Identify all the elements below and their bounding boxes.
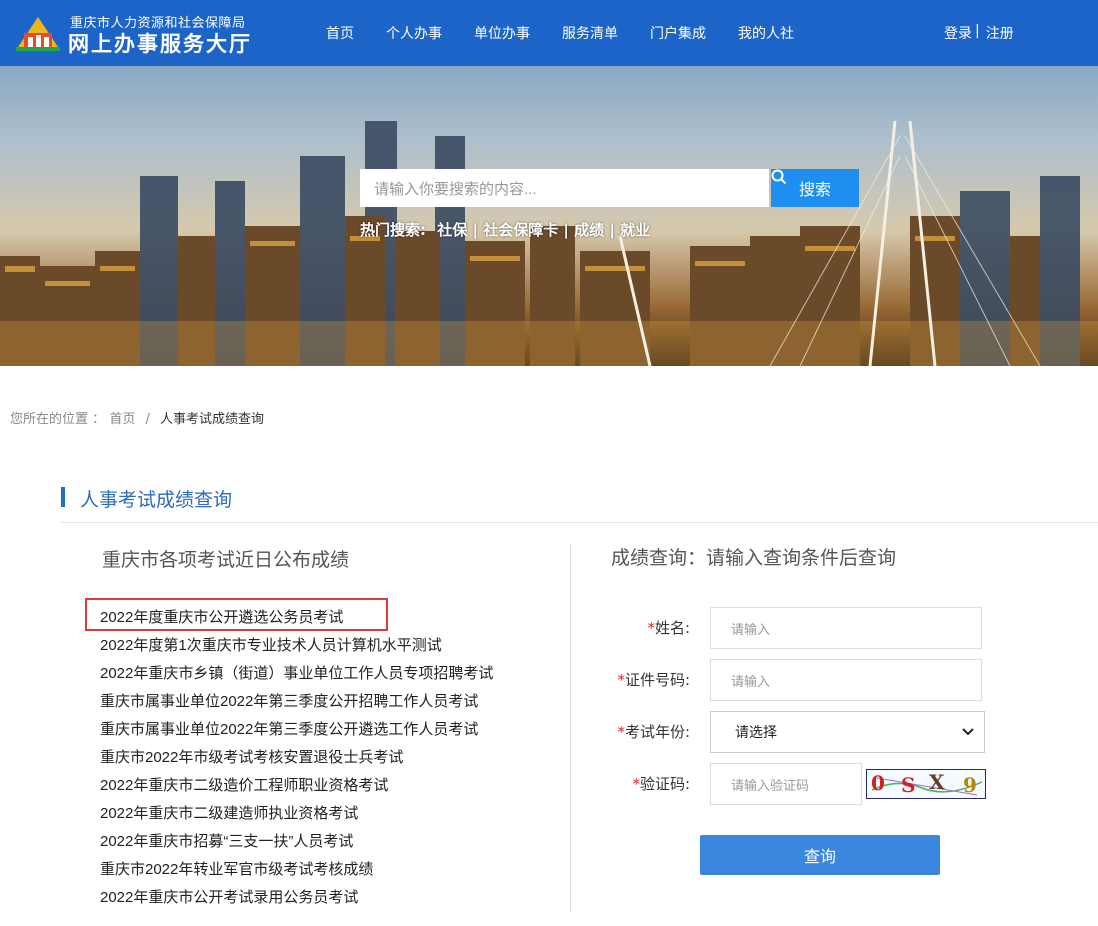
section-divider (60, 522, 1098, 523)
year-select-value: 请选择 (735, 725, 777, 741)
exam-link[interactable]: 2022年重庆市招募“三支一扶”人员考试 (100, 828, 493, 856)
captcha-label: *验证码: (570, 773, 690, 794)
captcha-char: 9 (963, 773, 977, 797)
id-label-text: 证件号码: (624, 671, 690, 689)
year-label: *考试年份: (570, 721, 690, 742)
captcha-char: X (929, 770, 945, 794)
exam-link[interactable]: 重庆市2022年转业军官市级考试考核成绩 (100, 856, 493, 884)
breadcrumb-home[interactable]: 首页 (109, 412, 135, 427)
exam-list: 2022年度重庆市公开遴选公务员考试 2022年度第1次重庆市专业技术人员计算机… (100, 604, 493, 912)
hot-link-employment[interactable]: 就业 (620, 221, 650, 239)
login-link[interactable]: 登录 (944, 23, 972, 43)
exam-link[interactable]: 2022年重庆市乡镇（街道）事业单位工作人员专项招聘考试 (100, 660, 493, 688)
top-header: 重庆市人力资源和社会保障局 网上办事服务大厅 首页 个人办事 单位办事 服务清单… (0, 0, 1098, 66)
exam-link[interactable]: 重庆市2022年市级考试考核安置退役士兵考试 (100, 744, 493, 772)
highlight-box (85, 598, 388, 631)
captcha-label-text: 验证码: (639, 775, 690, 793)
search-input[interactable]: 请输入你要搜索的内容... (360, 169, 769, 207)
emblem-icon (16, 17, 60, 51)
main-nav: 首页 个人办事 单位办事 服务清单 门户集成 我的人社 (326, 23, 826, 43)
name-label-text: 姓名: (654, 619, 690, 637)
captcha-image[interactable]: 0 S X 9 (866, 769, 986, 799)
nav-personal[interactable]: 个人办事 (386, 23, 442, 43)
auth-links: 登录 | 注册 (944, 23, 1014, 43)
breadcrumb-slash: / (145, 412, 150, 427)
hot-search: 热门搜索: 社保 | 社会保障卡 | 成绩 | 就业 (360, 221, 651, 239)
name-field[interactable]: 请输入 (710, 607, 982, 649)
nav-unit[interactable]: 单位办事 (474, 23, 530, 43)
nav-my[interactable]: 我的人社 (738, 23, 794, 43)
query-button[interactable]: 查询 (700, 835, 940, 875)
id-placeholder: 请输入 (731, 673, 771, 689)
exam-link[interactable]: 重庆市属事业单位2022年第三季度公开招聘工作人员考试 (100, 688, 493, 716)
captcha-field[interactable]: 请输入验证码 (710, 763, 862, 805)
search-placeholder: 请输入你要搜索的内容... (374, 180, 537, 198)
search-button[interactable]: 搜索 (771, 169, 859, 207)
captcha-char: 0 (871, 771, 885, 795)
id-number-field[interactable]: 请输入 (710, 659, 982, 701)
breadcrumb: 您所在的位置 ： 首页 / 人事考试成绩查询 (10, 408, 264, 427)
city-skyline-image (0, 120, 1098, 366)
query-heading: 成绩查询：请输入查询条件后查询 (611, 547, 897, 569)
breadcrumb-current: 人事考试成绩查询 (160, 412, 265, 427)
nav-portal[interactable]: 门户集成 (650, 23, 706, 43)
hot-link-security-card[interactable]: 社会保障卡 (483, 221, 558, 239)
captcha-placeholder: 请输入验证码 (731, 778, 810, 794)
site-name: 网上办事服务大厅 (68, 32, 252, 56)
register-link[interactable]: 注册 (986, 23, 1014, 43)
chevron-down-icon (962, 728, 974, 736)
search-icon (771, 169, 787, 185)
name-placeholder: 请输入 (731, 621, 771, 637)
hot-link-scores[interactable]: 成绩 (574, 221, 604, 239)
hot-link-social-insurance[interactable]: 社保 (437, 221, 467, 239)
captcha-char: S (901, 773, 916, 797)
search-button-label: 搜索 (798, 180, 831, 199)
required-mark: * (617, 671, 625, 689)
breadcrumb-prefix: 您所在的位置 (10, 412, 89, 427)
exam-link[interactable]: 2022年重庆市公开考试录用公务员考试 (100, 884, 493, 912)
section-title: 人事考试成绩查询 (80, 489, 233, 511)
required-mark: * (617, 723, 625, 741)
exam-link[interactable]: 2022年重庆市二级造价工程师职业资格考试 (100, 772, 493, 800)
hot-search-label: 热门搜索: (360, 221, 426, 239)
breadcrumb-colon: ： (92, 412, 106, 427)
required-mark: * (647, 619, 655, 637)
auth-separator: | (975, 23, 980, 39)
exam-link[interactable]: 2022年度第1次重庆市专业技术人员计算机水平测试 (100, 632, 493, 660)
recent-results-heading: 重庆市各项考试近日公布成绩 (102, 549, 350, 571)
year-label-text: 考试年份: (624, 723, 690, 741)
exam-link[interactable]: 2022年重庆市二级建造师执业资格考试 (100, 800, 493, 828)
exam-year-select[interactable]: 请选择 (710, 711, 985, 753)
exam-link[interactable]: 重庆市属事业单位2022年第三季度公开遴选工作人员考试 (100, 716, 493, 744)
nav-home[interactable]: 首页 (326, 23, 354, 43)
hero-banner: 请输入你要搜索的内容... 搜索 热门搜索: 社保 | 社会保障卡 | 成绩 |… (0, 66, 1098, 366)
name-label: *姓名: (570, 617, 690, 638)
id-label: *证件号码: (570, 669, 690, 690)
required-mark: * (632, 775, 640, 793)
nav-service-list[interactable]: 服务清单 (562, 23, 618, 43)
section-accent-bar (61, 487, 65, 507)
